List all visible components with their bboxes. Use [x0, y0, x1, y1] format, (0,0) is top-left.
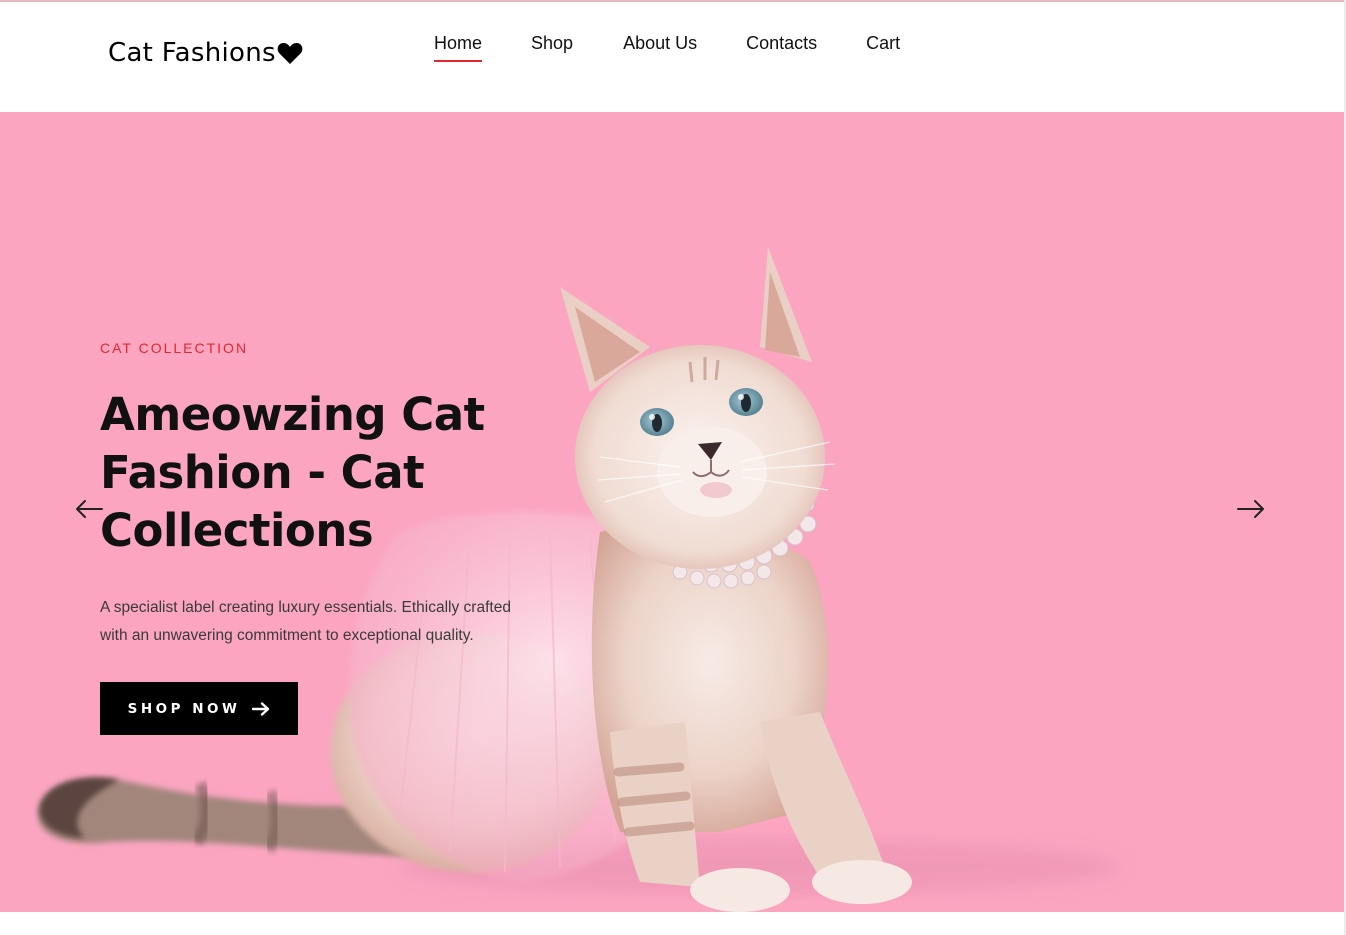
nav-about-us[interactable]: About Us [623, 33, 697, 62]
nav-home[interactable]: Home [434, 33, 483, 62]
nav-shop[interactable]: Shop [531, 33, 573, 62]
nav-cart[interactable]: Cart [866, 33, 900, 62]
site-header: Cat Fashions Home Shop About Us Contacts… [0, 2, 1344, 112]
heart-icon [277, 42, 303, 64]
hero-eyebrow: CAT COLLECTION [100, 340, 249, 356]
arrow-right-icon [252, 701, 270, 716]
hero-headline-line-1: Ameowzing Cat [100, 388, 485, 441]
hero-headline-line-3: Collections [100, 504, 374, 557]
hero-headline-line-2: Fashion - Cat [100, 446, 425, 499]
page-bottom [0, 912, 1346, 935]
slider-next-arrow-icon[interactable] [1236, 498, 1266, 520]
hero-slider: CAT COLLECTION Ameowzing Cat Fashion - C… [0, 112, 1344, 912]
hero-description-line-2: with an unwavering commitment to excepti… [100, 627, 474, 644]
hero-headline: Ameowzing Cat Fashion - Cat Collections [100, 386, 570, 560]
shop-now-label: SHOP NOW [127, 700, 241, 717]
shop-now-button[interactable]: SHOP NOW [100, 682, 298, 735]
logo-text: Cat Fashions [108, 38, 276, 68]
hero-description-line-1: A specialist label creating luxury essen… [100, 599, 511, 616]
site-logo[interactable]: Cat Fashions [108, 38, 303, 68]
main-nav: Home Shop About Us Contacts Cart [434, 33, 900, 62]
nav-contacts[interactable]: Contacts [746, 33, 817, 62]
hero-description: A specialist label creating luxury essen… [100, 594, 550, 650]
slider-prev-arrow-icon[interactable] [74, 498, 104, 520]
hero-content: CAT COLLECTION Ameowzing Cat Fashion - C… [100, 340, 570, 735]
